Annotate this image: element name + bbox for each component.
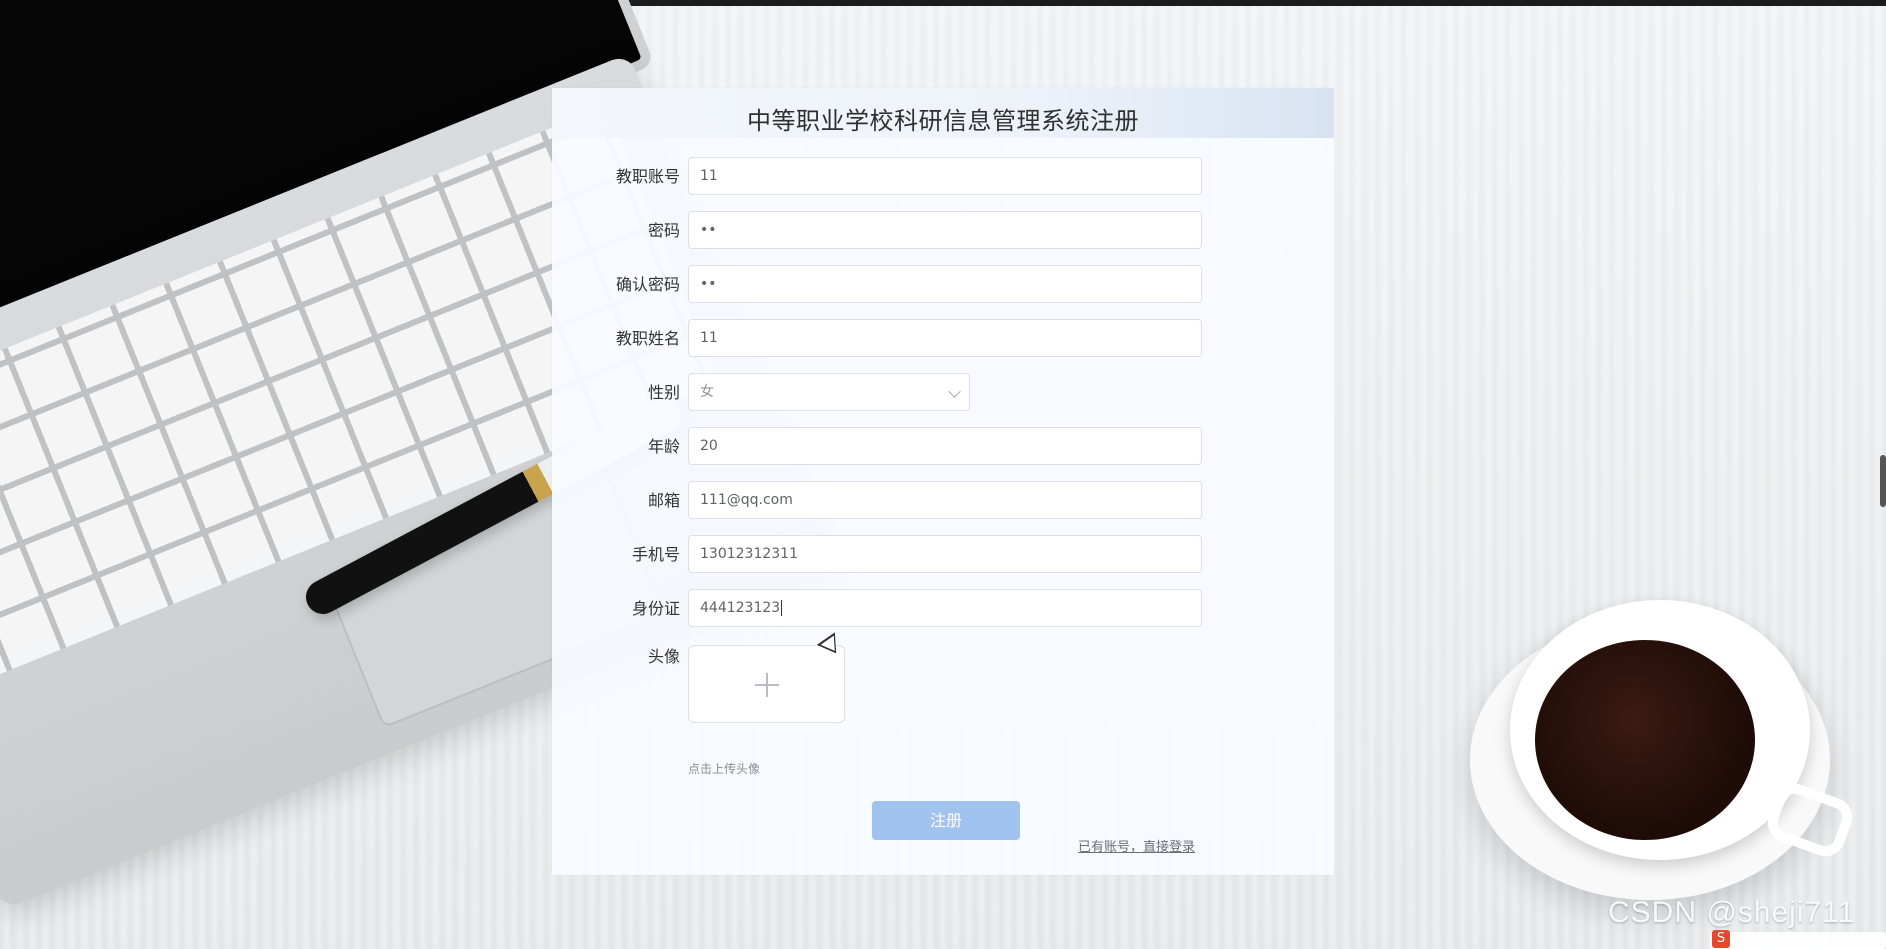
gender-select[interactable]: 女 xyxy=(688,373,970,411)
confirm-password-label: 确认密码 xyxy=(615,275,680,294)
watermark-text: CSDN @sheji711 xyxy=(1608,896,1856,929)
page-title: 中等职业学校科研信息管理系统注册 xyxy=(747,107,1139,135)
name-input[interactable]: 11 xyxy=(688,319,1202,357)
id-card-label: 身份证 xyxy=(631,599,680,618)
field-row-id-card: 身份证 444123123 xyxy=(552,589,1334,629)
email-input[interactable]: 111@qq.com xyxy=(688,481,1202,519)
field-row-gender: 性别 女 xyxy=(552,373,1334,413)
gender-select-value: 女 xyxy=(700,384,714,400)
ime-icon[interactable]: S xyxy=(1712,930,1730,948)
confirm-password-input[interactable]: •• xyxy=(688,265,1202,303)
password-input[interactable]: •• xyxy=(688,211,1202,249)
text-caret xyxy=(781,600,783,616)
system-tray xyxy=(1710,932,1886,949)
coffee xyxy=(1535,640,1755,840)
upload-hint: 点击上传头像 xyxy=(688,762,761,776)
field-row-name: 教职姓名 11 xyxy=(552,319,1334,359)
title-bar: 中等职业学校科研信息管理系统注册 xyxy=(552,88,1334,138)
age-input[interactable]: 20 xyxy=(688,427,1202,465)
register-panel: 中等职业学校科研信息管理系统注册 教职账号 11 密码 •• 确认密码 •• 教… xyxy=(552,88,1334,875)
avatar-label: 头像 xyxy=(647,647,680,666)
login-link[interactable]: 已有账号，直接登录 xyxy=(1078,836,1195,855)
field-row-email: 邮箱 111@qq.com xyxy=(552,481,1334,521)
phone-input[interactable]: 13012312311 xyxy=(688,535,1202,573)
password-label: 密码 xyxy=(647,221,680,240)
email-label: 邮箱 xyxy=(647,491,680,510)
field-row-phone: 手机号 13012312311 xyxy=(552,535,1334,575)
scrollbar-thumb[interactable] xyxy=(1880,455,1886,507)
age-label: 年龄 xyxy=(647,437,680,456)
account-label: 教职账号 xyxy=(615,167,680,186)
field-row-password: 密码 •• xyxy=(552,211,1334,251)
avatar-upload-button[interactable] xyxy=(688,645,845,723)
phone-label: 手机号 xyxy=(631,545,680,564)
field-row-confirm-password: 确认密码 •• xyxy=(552,265,1334,305)
name-label: 教职姓名 xyxy=(615,329,680,348)
gender-label: 性别 xyxy=(647,383,680,402)
field-row-account: 教职账号 11 xyxy=(552,157,1334,197)
field-row-age: 年龄 20 xyxy=(552,427,1334,467)
chevron-down-icon xyxy=(948,385,961,398)
register-button[interactable]: 注册 xyxy=(872,801,1020,840)
plus-icon-vertical xyxy=(766,673,768,697)
id-card-input[interactable]: 444123123 xyxy=(688,589,1202,627)
id-card-value: 444123123 xyxy=(700,600,781,616)
account-input[interactable]: 11 xyxy=(688,157,1202,195)
field-row-avatar: 头像 xyxy=(552,645,1334,725)
